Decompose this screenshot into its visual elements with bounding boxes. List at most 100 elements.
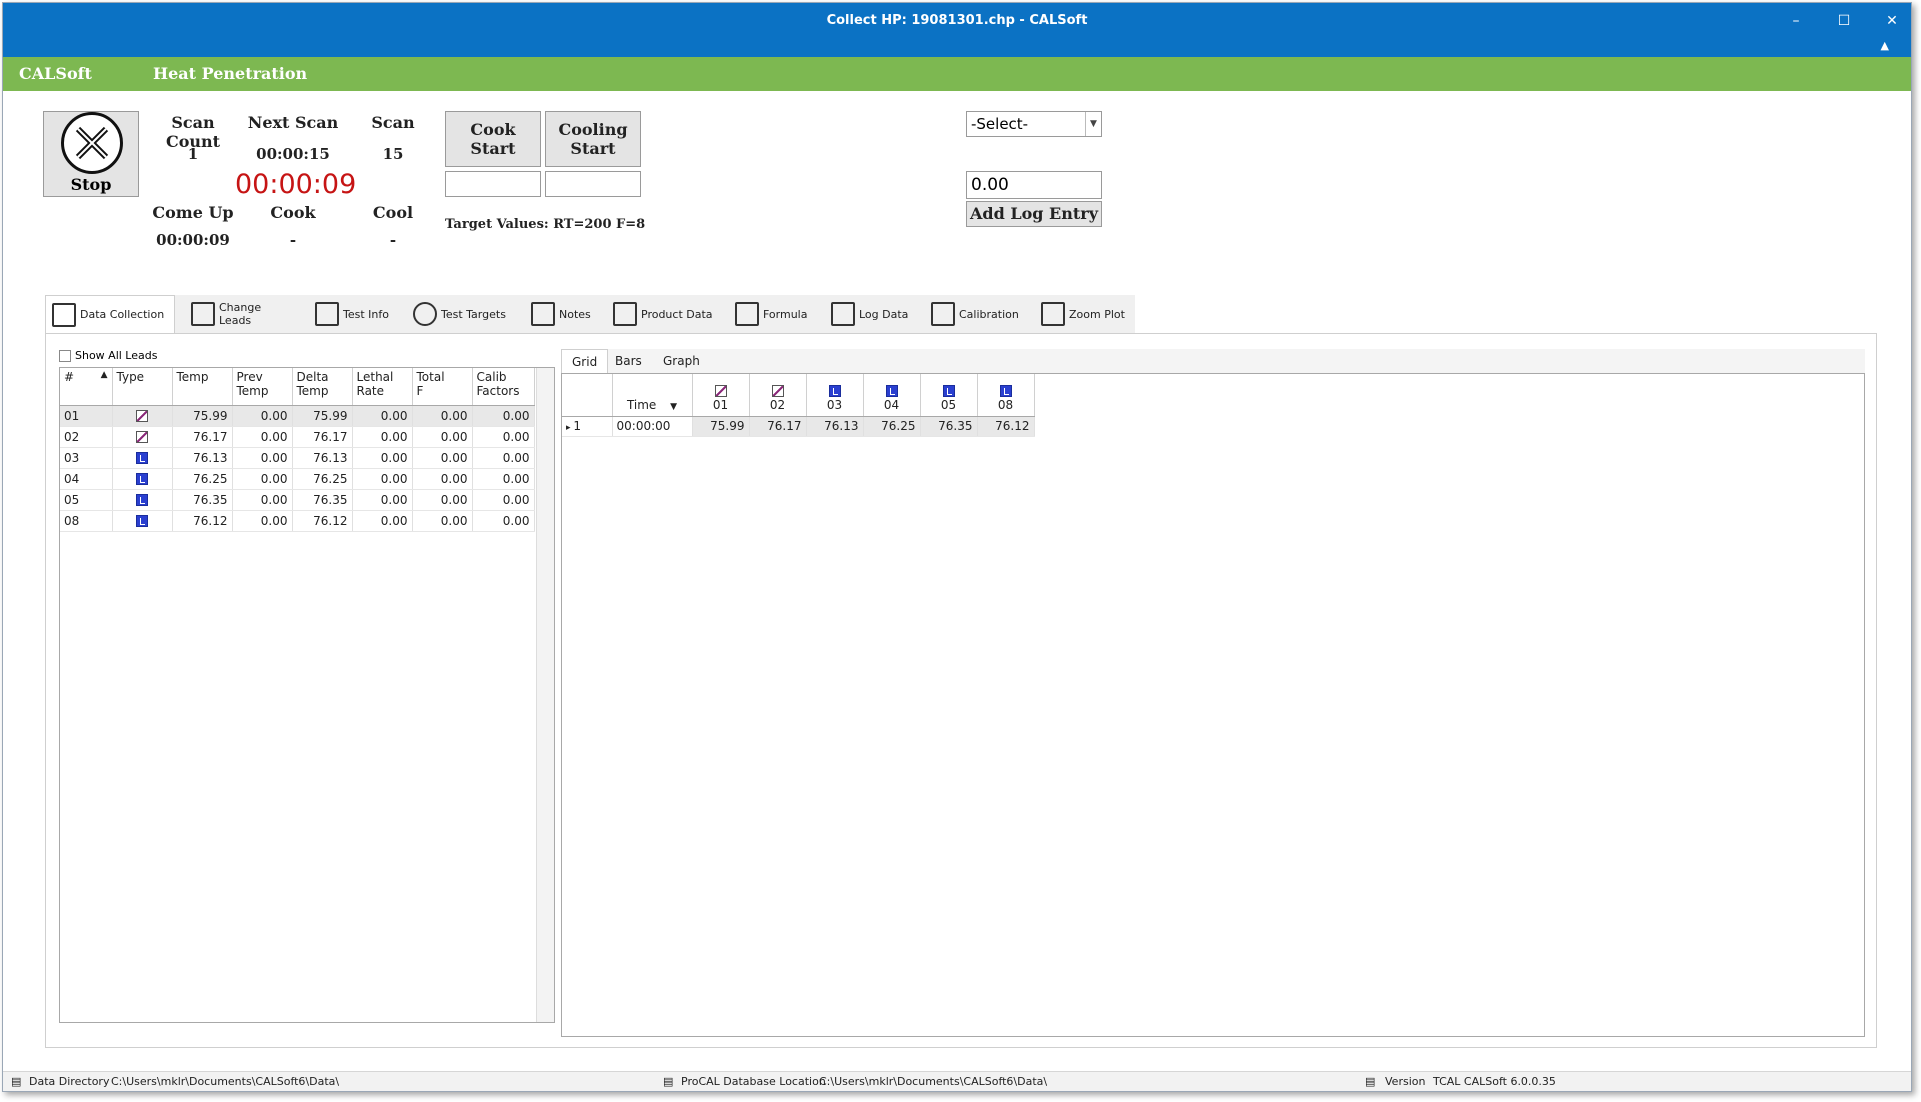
maximize-button[interactable]: ☐ xyxy=(1829,11,1859,31)
main-tabs: Data Collection Change Leads Test Info T… xyxy=(45,295,1135,333)
target-values: Target Values: RT=200 F=8 xyxy=(445,217,646,232)
cell-value: 75.99 xyxy=(692,416,750,437)
collapse-ribbon-icon[interactable]: ▲ xyxy=(1881,39,1889,52)
close-button[interactable]: ✕ xyxy=(1877,11,1907,31)
stop-label: Stop xyxy=(70,175,112,194)
tab-label: Test Targets xyxy=(441,307,506,321)
tab-data-collection[interactable]: Data Collection xyxy=(45,295,175,333)
col-delta-temp[interactable]: Delta Temp xyxy=(292,368,353,406)
tab-notes[interactable]: Notes xyxy=(525,295,595,333)
col-lead-02[interactable]: 02 xyxy=(749,374,807,417)
cell-calib: 0.00 xyxy=(472,468,535,490)
cooling-start-line2: Start xyxy=(570,139,616,158)
table-row[interactable]: 08 76.12 0.00 76.12 0.00 0.00 0.00 xyxy=(60,510,535,532)
tab-label: Formula xyxy=(763,307,808,321)
cell-id: 01 xyxy=(60,405,113,427)
cell-prev: 0.00 xyxy=(232,426,293,448)
screen: Collect HP: 19081301.chp - CALSoft – ☐ ✕… xyxy=(0,0,1921,1102)
lead-type-b-icon xyxy=(942,385,955,397)
cell-temp: 76.25 xyxy=(172,468,233,490)
lead-table: # ▲ Type Temp Prev Temp Delta Temp Lethal R… xyxy=(59,367,555,1023)
app-name: CALSoft xyxy=(19,64,92,83)
cook-start-field[interactable] xyxy=(445,171,541,197)
col-lead-08[interactable]: 08 xyxy=(977,374,1035,417)
come-up-value: 00:00:09 xyxy=(156,231,230,249)
table-row[interactable]: 04 76.25 0.00 76.25 0.00 0.00 0.00 xyxy=(60,468,535,490)
cooling-start-field[interactable] xyxy=(545,171,641,197)
col-lead-05[interactable]: 05 xyxy=(920,374,978,417)
formula-icon xyxy=(735,302,759,326)
lead-table-grid: # ▲ Type Temp Prev Temp Delta Temp Lethal R… xyxy=(60,368,535,532)
tab-test-targets[interactable]: Test Targets xyxy=(407,295,511,333)
window-title: Collect HP: 19081301.chp - CALSoft xyxy=(826,13,1088,28)
table-row[interactable]: 02 76.17 0.00 76.17 0.00 0.00 0.00 xyxy=(60,426,535,448)
table-row[interactable]: 05 76.35 0.00 76.35 0.00 0.00 0.00 xyxy=(60,489,535,511)
cell-id: 03 xyxy=(60,447,113,469)
table-row[interactable]: 01 75.99 0.00 75.99 0.00 0.00 0.00 xyxy=(60,405,535,427)
edit-document-icon xyxy=(613,302,637,326)
next-scan-value: 00:00:15 xyxy=(256,145,330,163)
tab-change-leads[interactable]: Change Leads xyxy=(185,295,289,333)
cell-calib: 0.00 xyxy=(472,405,535,427)
show-all-leads-label: Show All Leads xyxy=(75,349,158,362)
lead-type-a-icon xyxy=(136,410,148,422)
log-value-input[interactable]: 0.00 xyxy=(966,171,1102,199)
col-number[interactable]: # ▲ xyxy=(60,368,113,406)
tab-test-info[interactable]: Test Info xyxy=(309,295,395,333)
tab-grid[interactable]: Grid xyxy=(561,349,609,373)
cell-lethal: 0.00 xyxy=(352,426,413,448)
tab-log-data[interactable]: Log Data xyxy=(825,295,913,333)
chevron-down-icon[interactable]: ▼ xyxy=(1085,112,1101,136)
lead-type-b-icon xyxy=(136,515,148,527)
tab-zoom-plot[interactable]: Zoom Plot xyxy=(1035,295,1125,333)
col-temp[interactable]: Temp xyxy=(172,368,233,406)
table-row[interactable]: 03 76.13 0.00 76.13 0.00 0.00 0.00 xyxy=(60,447,535,469)
lead-type-cell xyxy=(112,510,173,532)
cell-temp: 76.12 xyxy=(172,510,233,532)
scan-count-value: 1 xyxy=(187,145,199,163)
col-type[interactable]: Type xyxy=(112,368,173,406)
lead-id: 03 xyxy=(826,397,843,412)
table-row[interactable]: ▸ 1 00:00:00 75.99 76.17 76.13 76.25 76.35 76.1… xyxy=(562,416,1035,437)
col-lethal-rate[interactable]: Lethal Rate xyxy=(352,368,413,406)
cell-total: 0.00 xyxy=(412,426,473,448)
lead-type-cell xyxy=(112,447,173,469)
tab-calibration[interactable]: Calibration xyxy=(925,295,1025,333)
add-log-entry-button[interactable]: Add Log Entry xyxy=(966,201,1102,227)
tab-bars[interactable]: Bars xyxy=(605,349,652,373)
cell-id: 04 xyxy=(60,468,113,490)
stop-button[interactable]: Stop xyxy=(43,111,139,197)
lead-type-b-icon xyxy=(999,385,1012,397)
log-type-select[interactable]: -Select- ▼ xyxy=(966,111,1102,137)
select-value: -Select- xyxy=(971,115,1029,133)
cell-time: 00:00:00 xyxy=(612,416,693,437)
lead-id: 05 xyxy=(940,397,957,412)
cooling-start-button[interactable]: Cooling Start xyxy=(545,111,641,167)
col-calib-factors[interactable]: Calib Factors xyxy=(472,368,535,406)
col-total-f[interactable]: Total F xyxy=(412,368,473,406)
scan-label: Scan xyxy=(371,113,415,132)
lead-table-scrollbar[interactable] xyxy=(536,368,554,1022)
show-all-leads-checkbox[interactable] xyxy=(59,349,71,362)
cell-delta: 76.12 xyxy=(292,510,353,532)
cell-value: 76.25 xyxy=(863,416,921,437)
col-prev-temp[interactable]: Prev Temp xyxy=(232,368,293,406)
col-lead-01[interactable]: 01 xyxy=(692,374,750,417)
col-lead-03[interactable]: 03 xyxy=(806,374,864,417)
col-lead-04[interactable]: 04 xyxy=(863,374,921,417)
col-time[interactable]: Time ▼ xyxy=(612,374,693,417)
tab-label: Test Info xyxy=(343,307,389,321)
cell-lethal: 0.00 xyxy=(352,405,413,427)
cell-value: 76.17 xyxy=(749,416,807,437)
tab-product-data[interactable]: Product Data xyxy=(607,295,715,333)
tab-label: Zoom Plot xyxy=(1069,307,1125,321)
cell-prev: 0.00 xyxy=(232,447,293,469)
tab-label: Change Leads xyxy=(219,301,262,327)
show-all-leads[interactable]: Show All Leads xyxy=(59,349,157,362)
minimize-button[interactable]: – xyxy=(1781,11,1811,31)
pencil-icon xyxy=(831,302,855,326)
row-number: ▸ 1 xyxy=(562,416,613,437)
tab-graph[interactable]: Graph xyxy=(653,349,710,373)
cook-start-button[interactable]: Cook Start xyxy=(445,111,541,167)
tab-formula[interactable]: Formula xyxy=(729,295,809,333)
